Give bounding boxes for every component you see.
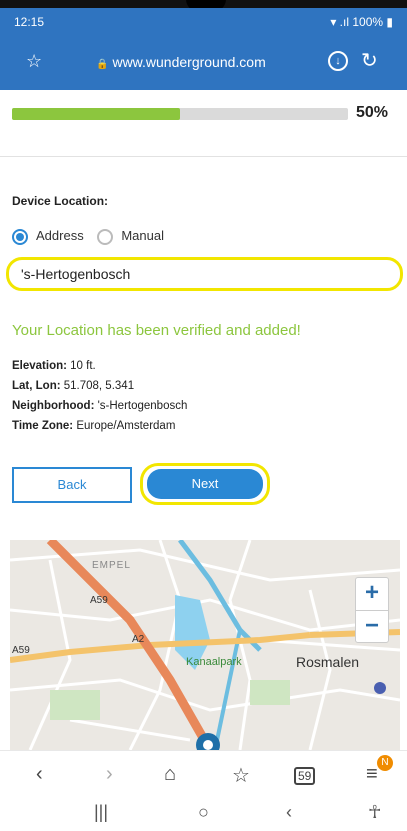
next-button[interactable]: Next bbox=[147, 469, 263, 499]
radio-manual[interactable]: Manual bbox=[97, 228, 164, 245]
verified-message: Your Location has been verified and adde… bbox=[12, 322, 301, 339]
system-back-icon[interactable]: ‹ bbox=[286, 802, 292, 823]
location-info: Elevation: 10 ft. Lat, Lon: 51.708, 5.34… bbox=[12, 356, 187, 436]
map-label-a2: A2 bbox=[132, 634, 145, 645]
map-label-a59-west: A59 bbox=[12, 645, 30, 656]
lock-icon: 🔒 bbox=[96, 59, 109, 70]
map-label-kanaalpark: Kanaalpark bbox=[186, 656, 242, 668]
recent-apps-icon[interactable]: ||| bbox=[94, 802, 108, 823]
map-canvas bbox=[10, 540, 400, 750]
divider bbox=[0, 156, 407, 157]
map-label-a59-north: A59 bbox=[90, 595, 108, 606]
back-button[interactable]: Back bbox=[12, 467, 132, 503]
browser-url-bar: ☆ 🔒 www.wunderground.com ↓ ↻ bbox=[0, 36, 407, 90]
progress-bar bbox=[12, 108, 348, 120]
map-zoom-control: + − bbox=[355, 577, 389, 643]
accessibility-icon[interactable]: ☥ bbox=[368, 802, 381, 823]
elevation-row: Elevation: 10 ft. bbox=[12, 360, 96, 372]
zoom-in-button[interactable]: + bbox=[356, 578, 388, 610]
battery-indicator: ▾ .ıl 100% ▮ bbox=[330, 15, 393, 29]
forward-icon[interactable]: › bbox=[106, 763, 113, 786]
browser-bottom-nav: ‹ › ⌂ ☆ 59 ≡ bbox=[0, 750, 407, 796]
bookmark-star-icon[interactable]: ☆ bbox=[26, 51, 42, 72]
map-label-rosmalen: Rosmalen bbox=[296, 654, 360, 670]
radio-manual-button[interactable] bbox=[97, 228, 114, 245]
location-map[interactable]: EMPEL A59 A2 A59 Kanaalpark Rosmalen bbox=[10, 540, 400, 750]
reload-icon[interactable]: ↻ bbox=[361, 48, 378, 73]
menu-icon[interactable]: ≡ bbox=[366, 763, 378, 786]
home-icon[interactable]: ⌂ bbox=[164, 763, 176, 786]
device-location-label: Device Location: bbox=[12, 194, 109, 208]
top-bezel bbox=[0, 0, 407, 12]
status-bar: 12:15 ▾ .ıl 100% ▮ bbox=[0, 8, 407, 36]
location-mode-radio-group: Address Manual bbox=[12, 228, 174, 246]
download-icon[interactable]: ↓ bbox=[328, 51, 348, 71]
favorites-icon[interactable]: ☆ bbox=[232, 763, 250, 788]
progress-label: 50% bbox=[356, 104, 389, 121]
map-label-empel: EMPEL bbox=[92, 560, 131, 571]
address-input[interactable] bbox=[6, 257, 403, 291]
neighborhood-row: Neighborhood: 's-Hertogenbosch bbox=[12, 400, 188, 412]
radio-address[interactable]: Address bbox=[12, 228, 84, 245]
system-nav-bar: ||| ○ ‹ ☥ bbox=[0, 796, 407, 831]
back-icon[interactable]: ‹ bbox=[36, 763, 43, 786]
timezone-row: Time Zone: Europe/Amsterdam bbox=[12, 420, 176, 432]
url-display[interactable]: 🔒 www.wunderground.com bbox=[96, 54, 266, 70]
next-button-highlight: Next bbox=[140, 463, 270, 505]
lat-lon-row: Lat, Lon: 51.708, 5.341 bbox=[12, 380, 135, 392]
status-time: 12:15 bbox=[14, 15, 45, 29]
home-button-icon[interactable]: ○ bbox=[198, 802, 209, 823]
notification-badge: N bbox=[377, 755, 393, 771]
tabs-icon[interactable]: 59 bbox=[294, 767, 316, 785]
radio-address-button[interactable] bbox=[12, 228, 28, 245]
progress-fill bbox=[12, 108, 180, 120]
zoom-out-button[interactable]: − bbox=[356, 610, 388, 642]
